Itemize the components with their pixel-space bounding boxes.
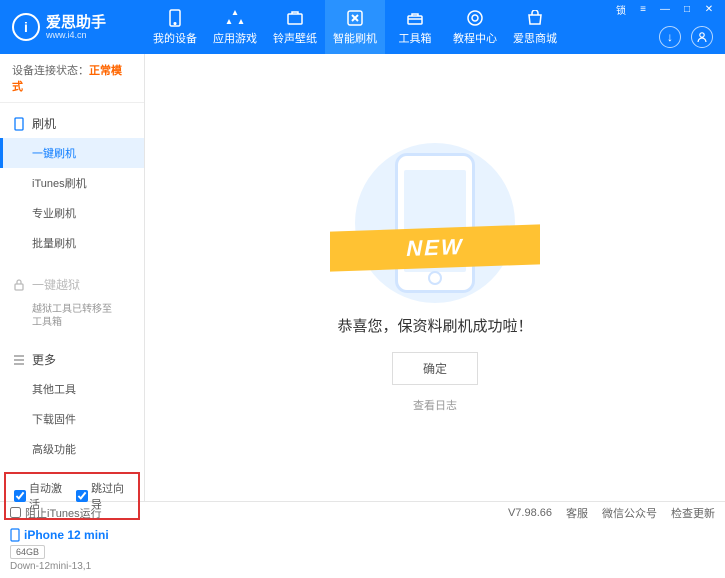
- device-name: iPhone 12 mini: [10, 528, 134, 542]
- flash-icon: [12, 117, 26, 131]
- download-icon[interactable]: ↓: [659, 26, 681, 48]
- nav-store[interactable]: 爱思商城: [505, 0, 565, 54]
- top-nav: 我的设备 应用游戏 铃声壁纸 智能刷机 工具箱 教程中心 爱思商城: [145, 0, 565, 54]
- side-header-label: 刷机: [32, 115, 56, 132]
- close-icon[interactable]: ✕: [699, 2, 719, 16]
- toolbox-icon: [406, 9, 424, 27]
- device-icon: [166, 9, 184, 27]
- nav-toolbox[interactable]: 工具箱: [385, 0, 445, 54]
- nav-label: 爱思商城: [513, 30, 557, 46]
- tutorial-icon: [466, 9, 484, 27]
- header: i 爱思助手 www.i4.cn 我的设备 应用游戏 铃声壁纸 智能刷机 工具箱: [0, 0, 725, 54]
- footer-link-support[interactable]: 客服: [566, 505, 588, 521]
- window-controls: 锁 ≡ — □ ✕: [611, 2, 719, 16]
- nav-label: 智能刷机: [333, 30, 377, 46]
- block-itunes-checkbox[interactable]: 阻止iTunes运行: [10, 505, 102, 521]
- version-text: V7.98.66: [508, 507, 552, 519]
- store-icon: [526, 9, 544, 27]
- device-info[interactable]: iPhone 12 mini 64GB Down-12mini-13,1: [0, 522, 144, 578]
- footer-link-wechat[interactable]: 微信公众号: [602, 505, 657, 521]
- view-log-link[interactable]: 查看日志: [413, 397, 457, 413]
- sidebar: 设备连接状态：正常模式 刷机 一键刷机 iTunes刷机 专业刷机 批量刷机 一…: [0, 54, 145, 501]
- checkbox-label: 阻止iTunes运行: [25, 505, 102, 521]
- side-header-label: 一键越狱: [32, 276, 80, 293]
- footer-link-update[interactable]: 检查更新: [671, 505, 715, 521]
- sidebar-item-other[interactable]: 其他工具: [0, 374, 144, 404]
- conn-label: 设备连接状态：: [12, 65, 89, 77]
- nav-apps[interactable]: 应用游戏: [205, 0, 265, 54]
- brand-url: www.i4.cn: [46, 30, 106, 40]
- device-storage: 64GB: [10, 545, 45, 559]
- sidebar-item-advanced[interactable]: 高级功能: [0, 434, 144, 464]
- nav-label: 应用游戏: [213, 30, 257, 46]
- nav-media[interactable]: 铃声壁纸: [265, 0, 325, 54]
- nav-label: 我的设备: [153, 30, 197, 46]
- flash-icon: [346, 9, 364, 27]
- sidebar-item-itunes[interactable]: iTunes刷机: [0, 168, 144, 198]
- connection-status: 设备连接状态：正常模式: [0, 54, 144, 103]
- sidebar-item-batch[interactable]: 批量刷机: [0, 228, 144, 258]
- maximize-icon[interactable]: □: [677, 2, 697, 16]
- side-header-jailbreak: 一键越狱: [0, 270, 144, 299]
- more-icon: [12, 353, 26, 367]
- sidebar-item-firmware[interactable]: 下载固件: [0, 404, 144, 434]
- nav-label: 工具箱: [399, 30, 432, 46]
- brand-name: 爱思助手: [46, 15, 106, 30]
- user-icon[interactable]: [691, 26, 713, 48]
- apps-icon: [226, 9, 244, 27]
- nav-flash[interactable]: 智能刷机: [325, 0, 385, 54]
- device-model: Down-12mini-13,1: [10, 561, 134, 572]
- side-header-more[interactable]: 更多: [0, 345, 144, 374]
- checkbox-input[interactable]: [10, 507, 21, 518]
- nav-label: 铃声壁纸: [273, 30, 317, 46]
- nav-label: 教程中心: [453, 30, 497, 46]
- sidebar-item-oneclick[interactable]: 一键刷机: [0, 138, 144, 168]
- jailbreak-note: 越狱工具已转移至 工具箱: [0, 299, 144, 333]
- side-header-flash[interactable]: 刷机: [0, 109, 144, 138]
- media-icon: [286, 9, 304, 27]
- checkbox-input[interactable]: [76, 490, 88, 502]
- checkbox-input[interactable]: [14, 490, 26, 502]
- sidebar-item-pro[interactable]: 专业刷机: [0, 198, 144, 228]
- logo-icon: i: [12, 13, 40, 41]
- minimize-icon[interactable]: —: [655, 2, 675, 16]
- menu-icon[interactable]: ≡: [633, 2, 653, 16]
- device-name-text: iPhone 12 mini: [24, 528, 109, 542]
- lock-icon[interactable]: 锁: [611, 2, 631, 16]
- logo-area: i 爱思助手 www.i4.cn: [0, 13, 145, 41]
- illustration: NEW: [340, 143, 530, 303]
- nav-my-device[interactable]: 我的设备: [145, 0, 205, 54]
- ribbon-text: NEW: [406, 233, 463, 261]
- phone-icon: [10, 528, 20, 542]
- success-message: 恭喜您，保资料刷机成功啦！: [337, 315, 532, 336]
- lock-icon: [12, 278, 26, 292]
- nav-tutorial[interactable]: 教程中心: [445, 0, 505, 54]
- header-right: ↓: [659, 26, 713, 48]
- main-panel: NEW 恭喜您，保资料刷机成功啦！ 确定 查看日志: [145, 54, 725, 501]
- side-header-label: 更多: [32, 351, 56, 368]
- ok-button[interactable]: 确定: [392, 352, 478, 385]
